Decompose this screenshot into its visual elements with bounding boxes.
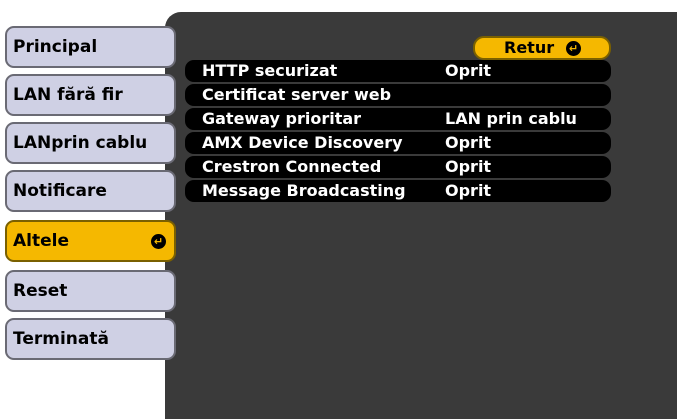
setting-label: AMX Device Discovery [202,133,403,152]
return-button-label: Retur [504,38,555,57]
return-button[interactable]: Retur ↵ [473,36,611,60]
sidebar-item-wireless-lan[interactable]: LAN fără fir [5,74,176,116]
sidebar-item-label: Principal [13,37,98,57]
sidebar-menu: Principal LAN fără fir LANprin cablu Not… [0,0,180,419]
sidebar-item-label: Altele [13,231,69,251]
sidebar-item-principal[interactable]: Principal [5,26,176,68]
setting-row-amx-device-discovery[interactable]: AMX Device Discovery Oprit [185,132,611,154]
setting-value: Oprit [445,61,492,80]
setting-label: Message Broadcasting [202,181,406,200]
setting-row-crestron-connected[interactable]: Crestron Connected Oprit [185,156,611,178]
setting-label: Gateway prioritar [202,109,362,128]
setting-row-web-server-certificate[interactable]: Certificat server web [185,84,611,106]
sidebar-item-reset[interactable]: Reset [5,270,176,312]
sidebar-item-label: Terminată [13,329,109,349]
sidebar-item-label: Reset [13,281,68,301]
enter-icon: ↵ [566,41,581,56]
setting-value: Oprit [445,157,492,176]
sidebar-item-complete[interactable]: Terminată [5,318,176,360]
sidebar-item-label: LAN fără fir [13,85,123,105]
setting-label: HTTP securizat [202,61,338,80]
setting-row-priority-gateway[interactable]: Gateway prioritar LAN prin cablu [185,108,611,130]
enter-icon: ↵ [151,234,166,249]
setting-row-secure-http[interactable]: HTTP securizat Oprit [185,60,611,82]
sidebar-item-label: Notificare [13,181,107,201]
setting-label: Crestron Connected [202,157,382,176]
sidebar-item-notification[interactable]: Notificare [5,170,176,212]
setting-value: LAN prin cablu [445,109,577,128]
setting-value: Oprit [445,133,492,152]
setting-label: Certificat server web [202,85,392,104]
sidebar-item-label: LANprin cablu [13,133,148,153]
sidebar-item-wired-lan[interactable]: LANprin cablu [5,122,176,164]
setting-value: Oprit [445,181,492,200]
setting-row-message-broadcasting[interactable]: Message Broadcasting Oprit [185,180,611,202]
sidebar-item-other[interactable]: Altele ↵ [5,220,176,262]
